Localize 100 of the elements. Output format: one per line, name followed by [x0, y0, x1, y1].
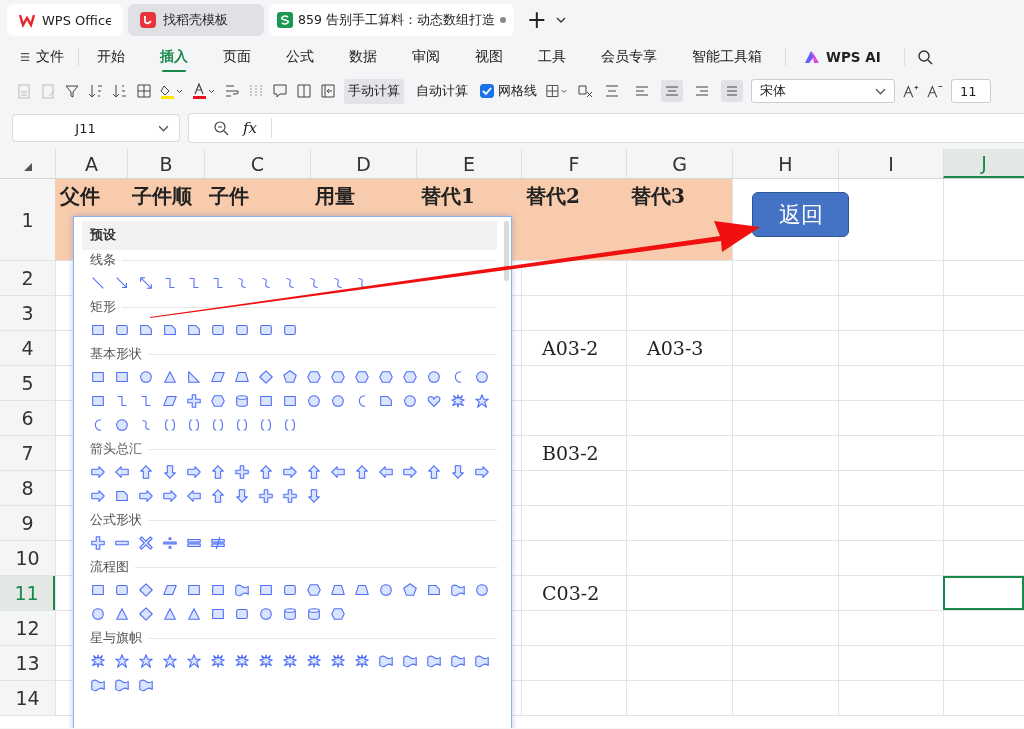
font-color-icon[interactable]	[192, 83, 216, 99]
row-header[interactable]: 7	[0, 436, 55, 470]
arrow-icon[interactable]	[426, 464, 442, 480]
cylinder-icon[interactable]	[306, 606, 322, 622]
arrow-line-icon[interactable]	[114, 275, 130, 291]
row-header[interactable]: 3	[0, 296, 55, 330]
arrow-icon[interactable]	[234, 488, 250, 504]
double-arrow-line-icon[interactable]	[138, 275, 154, 291]
hexagon-icon[interactable]	[330, 606, 346, 622]
arrow-icon[interactable]	[114, 464, 130, 480]
ribbon-tab[interactable]: 工具	[526, 44, 578, 70]
row-header[interactable]: 11	[0, 576, 55, 610]
gridlines-checkbox[interactable]: 网格线	[480, 82, 537, 100]
rectangle-icon[interactable]	[258, 582, 274, 598]
borders-icon[interactable]	[136, 83, 152, 99]
diamond-icon[interactable]	[258, 369, 274, 385]
hexagon-icon[interactable]	[402, 369, 418, 385]
arrow-icon[interactable]	[210, 464, 226, 480]
rectangle-icon[interactable]	[210, 606, 226, 622]
banner-icon[interactable]	[402, 653, 418, 669]
ribbon-tab[interactable]: 插入	[148, 44, 200, 70]
burst-icon[interactable]	[354, 653, 370, 669]
star-icon[interactable]	[186, 653, 202, 669]
heart-icon[interactable]	[426, 393, 442, 409]
burst-icon[interactable]	[258, 653, 274, 669]
column-header[interactable]: C	[204, 149, 310, 178]
pentagon-icon[interactable]	[282, 369, 298, 385]
pentagon-icon[interactable]	[402, 582, 418, 598]
file-menu[interactable]: 文件	[14, 44, 70, 70]
row-header[interactable]: 6	[0, 401, 55, 435]
sort-descending-icon[interactable]	[112, 83, 128, 99]
row-header[interactable]: 10	[0, 541, 55, 575]
name-box[interactable]: J11	[12, 114, 180, 142]
ribbon-tab[interactable]: 智能工具箱	[680, 44, 774, 70]
banner-icon[interactable]	[138, 677, 154, 693]
document-tab[interactable]: 859 告别手工算料：动态数组打造	[269, 4, 514, 36]
arrow-icon[interactable]	[258, 464, 274, 480]
parallelogram-icon[interactable]	[162, 582, 178, 598]
arrow-icon[interactable]	[138, 488, 154, 504]
row-header[interactable]: 4	[0, 331, 55, 365]
burst-icon[interactable]	[306, 653, 322, 669]
selected-cell[interactable]	[943, 576, 1024, 610]
rectangle-icon[interactable]	[210, 582, 226, 598]
arrow-icon[interactable]	[90, 488, 106, 504]
chevron-down-icon[interactable]	[555, 17, 566, 23]
split-icon[interactable]	[296, 83, 312, 99]
burst-icon[interactable]	[330, 653, 346, 669]
banner-icon[interactable]	[474, 653, 490, 669]
star-icon[interactable]	[138, 653, 154, 669]
rectangle-icon[interactable]	[90, 322, 106, 338]
ribbon-tab[interactable]: 视图	[463, 44, 515, 70]
row-header[interactable]: 14	[0, 681, 55, 715]
banner-icon[interactable]	[90, 677, 106, 693]
ribbon-tab[interactable]: 数据	[337, 44, 389, 70]
rectangle-icon[interactable]	[114, 369, 130, 385]
row-header[interactable]: 8	[0, 471, 55, 505]
diamond-icon[interactable]	[138, 606, 154, 622]
rectangle-icon[interactable]	[90, 369, 106, 385]
divide-icon[interactable]	[162, 535, 178, 551]
wrap-text-icon[interactable]	[224, 83, 240, 99]
arrow-icon[interactable]	[450, 464, 466, 480]
row-header[interactable]: 1	[0, 179, 55, 260]
hexagon-icon[interactable]	[306, 369, 322, 385]
column-header[interactable]: F	[521, 149, 626, 178]
banner-icon[interactable]	[450, 582, 466, 598]
column-header[interactable]: A	[55, 149, 127, 178]
row-header[interactable]: 12	[0, 611, 55, 645]
ai-menu[interactable]: WPS AI	[792, 44, 893, 70]
arrow-icon[interactable]	[306, 464, 322, 480]
bracket-icon[interactable]	[282, 417, 298, 433]
scrollbar[interactable]	[504, 221, 509, 281]
rectangle-icon[interactable]	[258, 393, 274, 409]
bracket-icon[interactable]	[234, 417, 250, 433]
calculation-button[interactable]: 手动计算	[344, 78, 404, 104]
ribbon-tab[interactable]: 页面	[211, 44, 263, 70]
arrow-icon[interactable]	[186, 464, 202, 480]
table-style-icon[interactable]	[545, 83, 569, 99]
bracket-icon[interactable]	[210, 417, 226, 433]
plus-icon[interactable]	[234, 464, 250, 480]
row-header[interactable]: 2	[0, 261, 55, 295]
plus-icon[interactable]	[258, 488, 274, 504]
right-triangle-icon[interactable]	[186, 369, 202, 385]
arrow-icon[interactable]	[210, 488, 226, 504]
plus-icon[interactable]	[90, 535, 106, 551]
plus-icon[interactable]	[186, 393, 202, 409]
align-button[interactable]	[721, 80, 743, 102]
rectangle-icon[interactable]	[90, 582, 106, 598]
fill-color-icon[interactable]	[160, 83, 184, 99]
column-header[interactable]: G	[626, 149, 732, 178]
parallelogram-icon[interactable]	[210, 369, 226, 385]
font-size-field[interactable]: 11	[951, 79, 991, 103]
rectangle-icon[interactable]	[90, 393, 106, 409]
calculation-button[interactable]: 自动计算	[412, 78, 472, 104]
parallelogram-icon[interactable]	[162, 393, 178, 409]
arrow-icon[interactable]	[474, 464, 490, 480]
arrow-icon[interactable]	[282, 464, 298, 480]
return-button[interactable]: 返回	[752, 192, 849, 237]
banner-icon[interactable]	[426, 653, 442, 669]
not-equal-icon[interactable]	[210, 535, 226, 551]
burst-icon[interactable]	[234, 653, 250, 669]
